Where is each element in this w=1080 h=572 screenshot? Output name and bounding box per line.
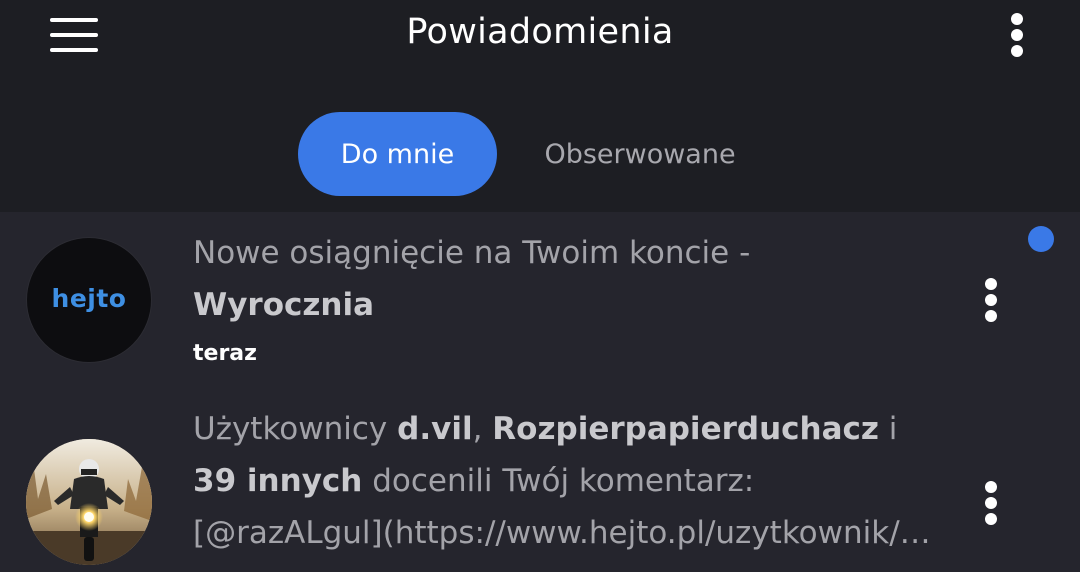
achievement-name: Wyrocznia [193,287,375,323]
hejto-logo: hejto [51,284,127,313]
user-link-rozpierpapierduchacz[interactable]: Rozpierpapierduchacz [492,411,879,447]
unread-indicator [1028,226,1054,252]
notification-item[interactable]: hejto Nowe osiągnięcie na Twoim koncie -… [0,212,1080,390]
notification-text: Użytkownicy d.vil, Rozpierpapierduchacz … [193,403,953,559]
notification-time: teraz [193,341,257,366]
page-title: Powiadomienia [406,12,674,52]
hejto-logo-avatar: hejto [26,237,152,363]
comment-preview: [@razALgul](https://www.hejto.pl/uzytkow… [193,515,933,551]
app-header: Powiadomienia Do mnie Obserwowane [0,0,1080,212]
notification-text: Nowe osiągnięcie na Twoim koncie - Wyroc… [193,235,751,323]
motorcycle-rider-image [26,439,152,565]
tab-do-mnie[interactable]: Do mnie [298,112,497,196]
motorcycle-rider-avatar [26,439,152,565]
user-link-dvil[interactable]: d.vil [397,411,472,447]
notification-more-icon[interactable] [979,479,1003,527]
others-count: 39 innych [193,463,363,499]
tab-obserwowane[interactable]: Obserwowane [520,112,760,196]
notification-more-icon[interactable] [979,276,1003,324]
notification-item[interactable]: Użytkownicy d.vil, Rozpierpapierduchacz … [0,390,1080,572]
more-vertical-icon[interactable] [1005,11,1029,59]
